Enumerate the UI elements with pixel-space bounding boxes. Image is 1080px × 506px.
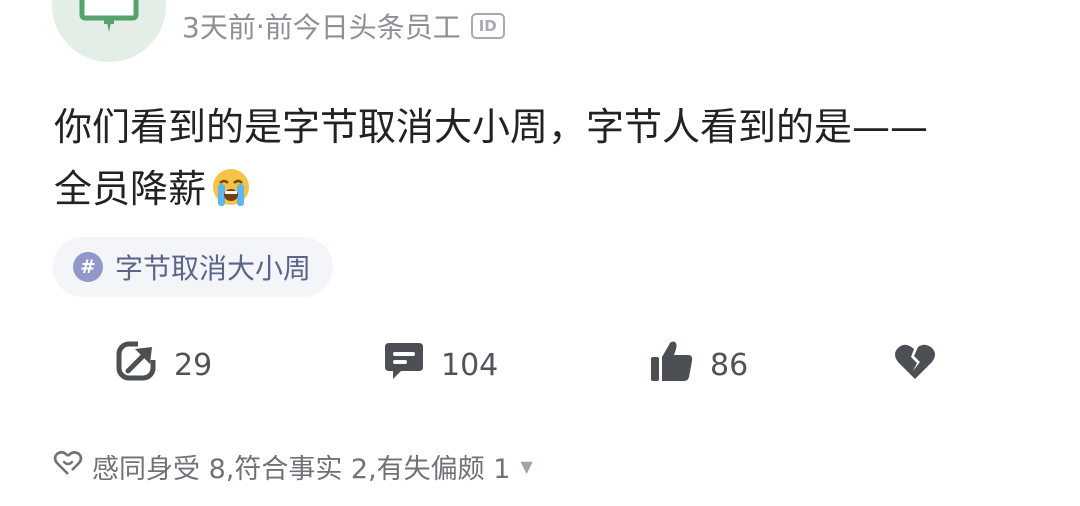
dislike-button[interactable] bbox=[894, 340, 936, 390]
author-title[interactable]: 前今日头条员工 bbox=[265, 6, 461, 46]
post-text-line2-wrap: 全员降薪 bbox=[54, 158, 1044, 226]
like-button[interactable]: 86 bbox=[650, 340, 748, 390]
id-badge: ID bbox=[470, 13, 505, 39]
post-text-line1: 你们看到的是字节取消大小周，字节人看到的是—— bbox=[54, 105, 929, 149]
hashtag-icon: # bbox=[73, 252, 103, 282]
author-avatar[interactable] bbox=[52, 0, 166, 62]
chevron-down-icon: ▼ bbox=[520, 456, 533, 476]
comment-button[interactable]: 104 bbox=[383, 340, 498, 390]
meta-separator: · bbox=[255, 9, 265, 43]
share-button[interactable]: 29 bbox=[116, 340, 212, 390]
comment-count: 104 bbox=[441, 347, 499, 383]
comment-icon bbox=[383, 339, 425, 391]
topic-tag[interactable]: # 字节取消大小周 bbox=[53, 237, 334, 297]
post-content: 你们看到的是字节取消大小周，字节人看到的是—— 全员降薪 bbox=[54, 96, 1044, 226]
share-count: 29 bbox=[174, 347, 213, 383]
post-meta: 3天前 · 前今日头条员工 ID bbox=[182, 6, 505, 46]
reaction-summary-text: 感同身受 8,符合事实 2,有失偏颇 1 bbox=[92, 453, 511, 485]
topic-tag-label: 字节取消大小周 bbox=[115, 252, 312, 285]
like-count: 86 bbox=[710, 347, 749, 383]
post-time: 3天前 bbox=[182, 11, 256, 44]
crying-face-icon bbox=[210, 164, 252, 226]
broken-heart-icon bbox=[894, 341, 936, 389]
avatar-graphic bbox=[79, 0, 139, 32]
reaction-summary[interactable]: 感同身受 8,符合事实 2,有失偏颇 1 ▼ bbox=[52, 446, 533, 486]
reaction-icon bbox=[52, 448, 84, 485]
thumbs-up-icon bbox=[650, 339, 694, 391]
post-text-line2: 全员降薪 bbox=[54, 167, 207, 211]
share-icon bbox=[116, 340, 160, 390]
